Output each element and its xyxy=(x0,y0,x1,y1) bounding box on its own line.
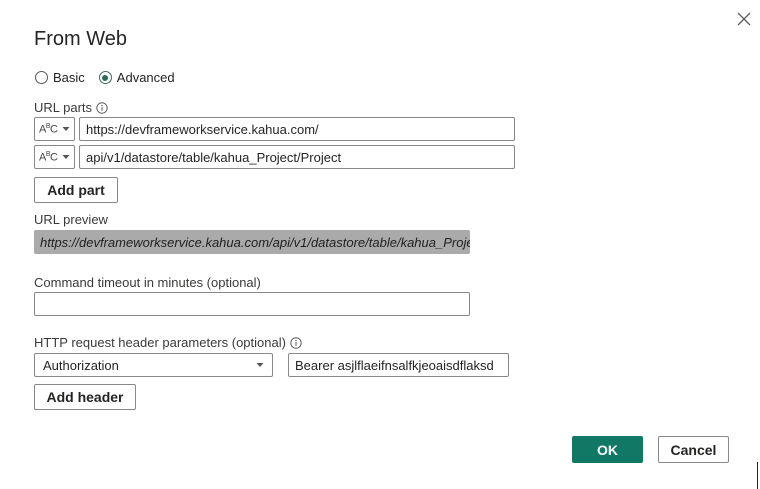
advanced-radio-label: Advanced xyxy=(116,70,175,85)
abc-text-type-icon: ABC xyxy=(39,122,58,136)
mode-radio-group: Basic Advanced xyxy=(35,70,175,85)
http-headers-label-text: HTTP request header parameters (optional… xyxy=(34,335,286,350)
cancel-button[interactable]: Cancel xyxy=(658,436,729,463)
close-button[interactable] xyxy=(734,9,754,29)
close-icon xyxy=(737,12,751,26)
chevron-down-icon xyxy=(62,155,70,159)
basic-radio[interactable]: Basic xyxy=(35,70,85,85)
abc-text-type-icon: ABC xyxy=(39,150,58,164)
header-value-input[interactable]: Bearer asjlflaeifnsalfkjeoaisdflaksd xyxy=(288,353,509,377)
from-web-dialog: From Web Basic Advanced URL parts ABC ht… xyxy=(0,0,760,489)
url-part-1-input[interactable]: https://devframeworkservice.kahua.com/ xyxy=(79,117,515,141)
url-part-2-type-select[interactable]: ABC xyxy=(34,145,75,169)
dialog-title: From Web xyxy=(34,28,127,50)
timeout-label: Command timeout in minutes (optional) xyxy=(34,275,261,290)
http-headers-label: HTTP request header parameters (optional… xyxy=(34,335,302,350)
chevron-down-icon xyxy=(256,363,264,367)
radio-checked-icon xyxy=(98,71,112,84)
url-parts-label: URL parts xyxy=(34,100,108,115)
basic-radio-label: Basic xyxy=(53,70,85,85)
info-icon[interactable] xyxy=(290,336,302,349)
url-parts-label-text: URL parts xyxy=(34,100,93,115)
advanced-radio[interactable]: Advanced xyxy=(98,70,175,85)
radio-unchecked-icon xyxy=(35,71,48,84)
url-part-2-input[interactable]: api/v1/datastore/table/kahua_Project/Pro… xyxy=(79,145,515,169)
url-preview-label: URL preview xyxy=(34,212,108,227)
chevron-down-icon xyxy=(62,127,70,131)
url-preview-field: https://devframeworkservice.kahua.com/ap… xyxy=(34,230,470,254)
info-icon[interactable] xyxy=(96,101,108,114)
timeout-input[interactable] xyxy=(34,292,470,316)
header-name-dropdown[interactable]: Authorization xyxy=(34,353,273,377)
add-part-button[interactable]: Add part xyxy=(34,177,118,203)
add-header-button[interactable]: Add header xyxy=(34,384,136,410)
url-part-1-type-select[interactable]: ABC xyxy=(34,117,75,141)
header-name-value: Authorization xyxy=(43,357,119,373)
ok-button[interactable]: OK xyxy=(572,436,643,463)
window-edge xyxy=(757,462,758,489)
